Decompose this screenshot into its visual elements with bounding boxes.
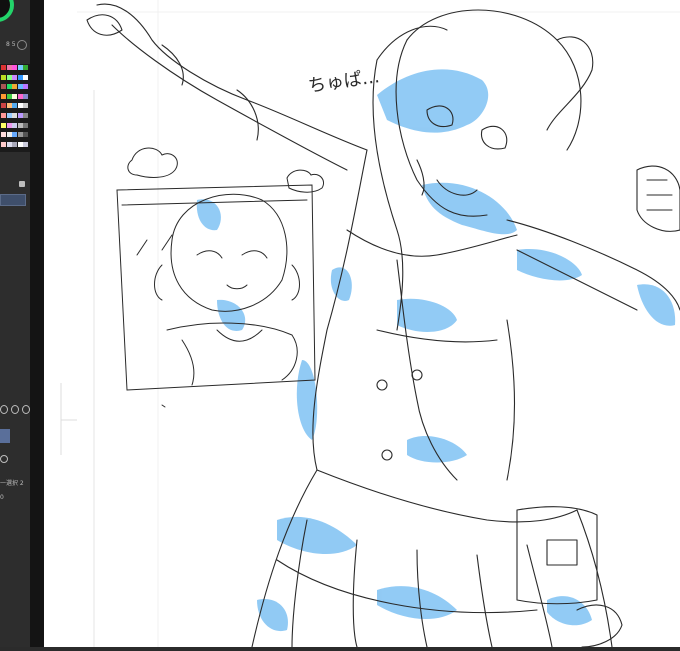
palette-swatch[interactable]: [12, 103, 18, 109]
palette-swatch[interactable]: [6, 113, 12, 119]
handwritten-note: ちゅぱ…: [307, 66, 381, 97]
sketch-artwork[interactable]: ちゅぱ…: [77, 0, 680, 647]
palette-swatch[interactable]: [1, 74, 6, 80]
color-palette[interactable]: [0, 64, 30, 152]
palette-swatch[interactable]: [6, 74, 12, 80]
palette-swatch[interactable]: [23, 141, 29, 147]
layer-selector[interactable]: [0, 194, 26, 206]
tool-panel: 8 5 一選択 2 0: [0, 0, 30, 647]
brush-icon[interactable]: [22, 404, 30, 414]
palette-swatch[interactable]: [12, 84, 18, 90]
palette-swatch[interactable]: [23, 103, 29, 109]
palette-swatch[interactable]: [12, 65, 18, 70]
frame-sketch: [116, 147, 325, 408]
download-icon[interactable]: [11, 404, 19, 414]
palette-swatch[interactable]: [12, 74, 18, 80]
small-value: 0: [0, 494, 4, 501]
palette-swatch[interactable]: [6, 122, 12, 128]
palette-swatch[interactable]: [17, 113, 23, 119]
settings-icon[interactable]: [17, 40, 27, 50]
gutter-guides: [60, 383, 77, 455]
palette-swatch[interactable]: [6, 84, 12, 90]
lock-icon[interactable]: [19, 181, 25, 187]
palette-swatch[interactable]: [17, 74, 23, 80]
palette-swatch[interactable]: [23, 132, 29, 138]
palette-swatch[interactable]: [12, 122, 18, 128]
palette-swatch[interactable]: [1, 122, 6, 128]
palette-swatch[interactable]: [1, 113, 6, 119]
search-icon[interactable]: [0, 455, 8, 463]
palette-swatch[interactable]: [6, 103, 12, 109]
palette-swatch[interactable]: [17, 141, 23, 147]
palette-swatch[interactable]: [12, 141, 18, 147]
palette-swatch[interactable]: [17, 84, 23, 90]
palette-swatch[interactable]: [23, 84, 29, 90]
palette-swatch[interactable]: [17, 132, 23, 138]
palette-swatch[interactable]: [1, 84, 6, 90]
shadow-fills: [196, 69, 676, 632]
palette-swatch[interactable]: [1, 103, 6, 109]
palette-swatch[interactable]: [23, 122, 29, 128]
palette-swatch[interactable]: [6, 132, 12, 138]
panel-divider: [30, 0, 44, 647]
canvas-gutter: [44, 0, 77, 647]
palette-swatch[interactable]: [17, 122, 23, 128]
palette-swatch[interactable]: [23, 113, 29, 119]
palette-swatch[interactable]: [1, 93, 6, 99]
palette-swatch[interactable]: [6, 93, 12, 99]
active-layer-indicator[interactable]: [0, 429, 10, 443]
palette-swatch[interactable]: [23, 65, 29, 70]
layer-readout: 一選択 2: [0, 480, 24, 487]
palette-swatch[interactable]: [12, 132, 18, 138]
palette-swatch[interactable]: [12, 113, 18, 119]
drawing-canvas[interactable]: ちゅぱ…: [77, 0, 680, 647]
palette-swatch[interactable]: [17, 93, 23, 99]
palette-swatch[interactable]: [6, 141, 12, 147]
palette-swatch[interactable]: [1, 132, 6, 138]
palette-swatch[interactable]: [12, 93, 18, 99]
size-readout: 8 5: [6, 41, 16, 48]
tool-icon-1[interactable]: [0, 404, 8, 414]
palette-swatch[interactable]: [1, 141, 6, 147]
palette-swatch[interactable]: [6, 65, 12, 70]
palette-swatch[interactable]: [23, 93, 29, 99]
panel-toolbar: [0, 403, 30, 415]
color-wheel[interactable]: [0, 0, 22, 34]
palette-swatch[interactable]: [23, 74, 29, 80]
color-ring-icon[interactable]: [0, 0, 14, 22]
palette-swatch[interactable]: [1, 65, 6, 70]
palette-swatch[interactable]: [17, 65, 23, 70]
palette-swatch[interactable]: [17, 103, 23, 109]
